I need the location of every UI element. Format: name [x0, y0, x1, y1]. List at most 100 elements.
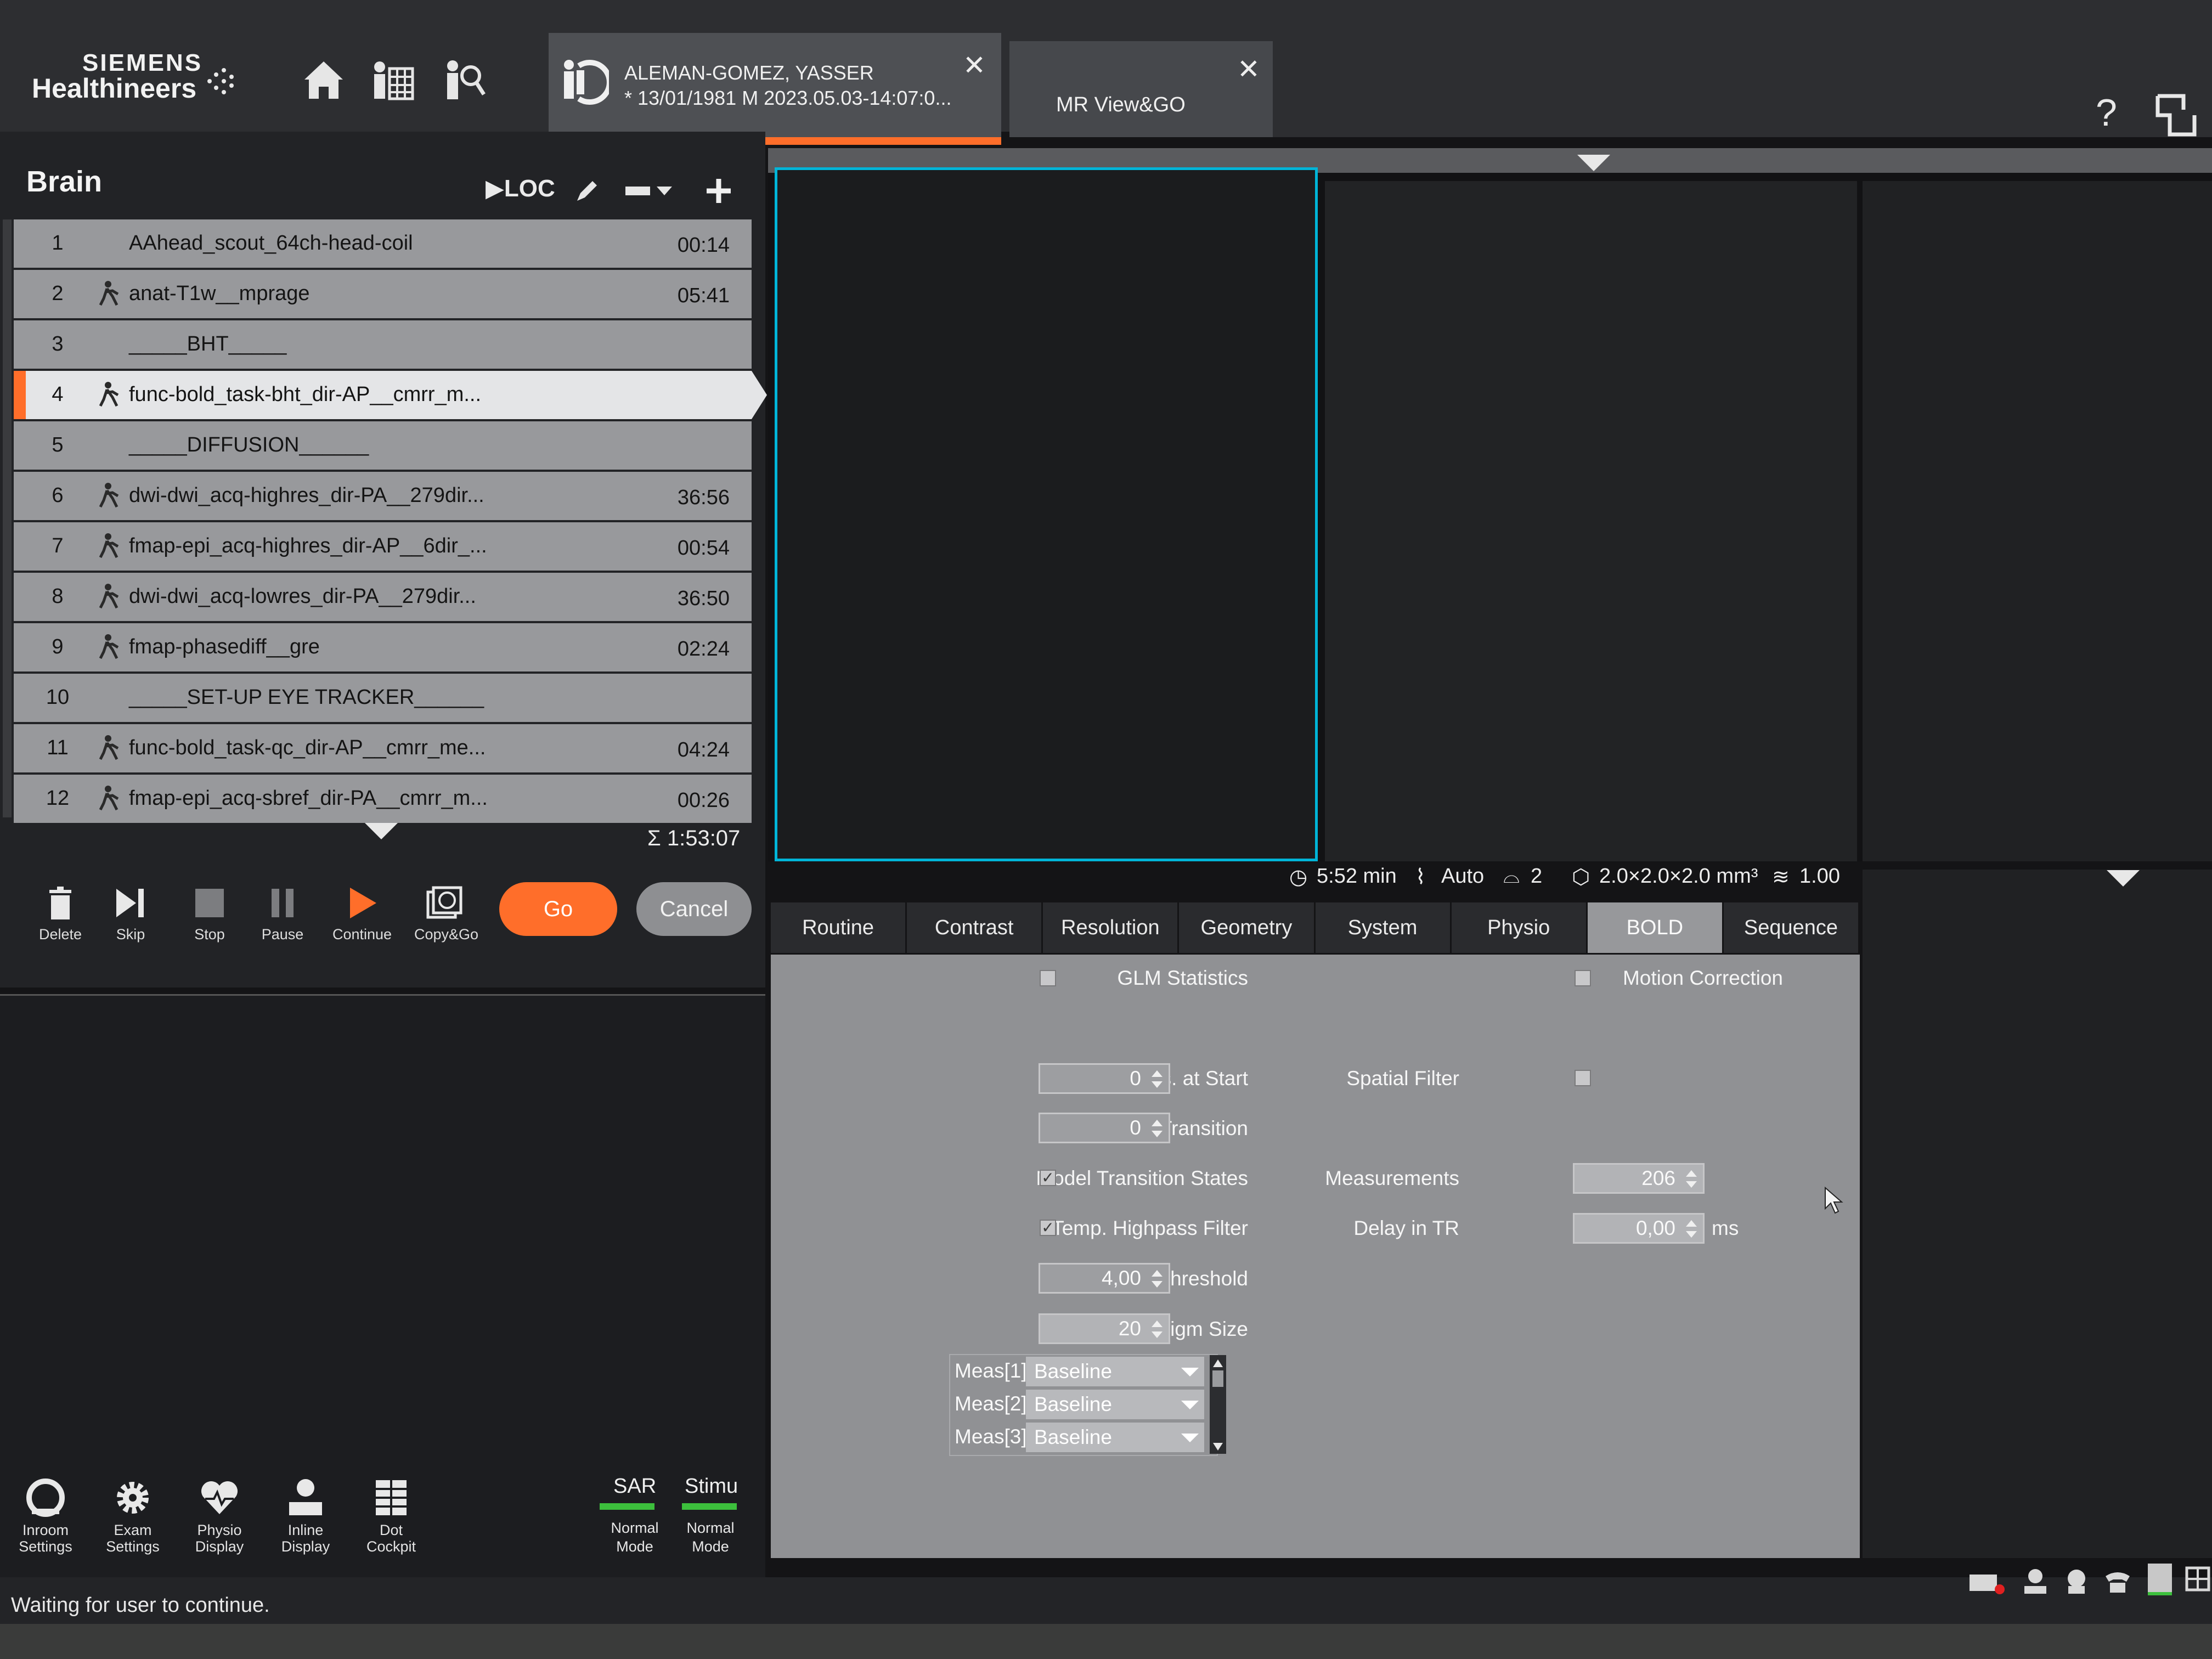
tab-bold[interactable]: BOLD — [1587, 902, 1724, 953]
mouse-cursor-icon — [1824, 1187, 1844, 1215]
queue-row-time: 00:14 — [677, 234, 730, 257]
delay-unit: ms — [1712, 1217, 1739, 1239]
pause-button[interactable]: Pause — [252, 883, 313, 943]
spin-arrows-icon[interactable] — [1149, 1268, 1165, 1290]
threshold-input[interactable]: 4,00 — [1039, 1263, 1170, 1294]
motion-correction-checkbox[interactable] — [1575, 970, 1591, 986]
layout-switch-icon[interactable] — [2153, 91, 2200, 140]
protocol-info-line: ◷ 5:52 min ⌇ Auto ⌓ 2 ⬡ 2.0×2.0×2.0 mm³ … — [768, 862, 1857, 890]
inroom-settings-button[interactable]: Inroom Settings — [10, 1476, 81, 1555]
queue-row-name: _____SET-UP EYE TRACKER______ — [129, 686, 484, 709]
physio-display-button[interactable]: Physio Display — [184, 1476, 255, 1555]
tab-geometry[interactable]: Geometry — [1179, 902, 1316, 953]
copy-go-label: Copy&Go — [414, 926, 479, 943]
patient-walker-icon — [96, 532, 123, 560]
tab-physio[interactable]: Physio — [1451, 902, 1588, 953]
spin-arrows-icon[interactable] — [1149, 1118, 1165, 1139]
go-button[interactable]: Go — [499, 882, 617, 936]
queue-row[interactable]: 12 fmap-epi_acq-sbref_dir-PA__cmrr_m... 00… — [14, 775, 752, 823]
sar-mode: Normal Mode — [599, 1519, 670, 1556]
close-patient-tab-button[interactable]: ✕ — [963, 49, 986, 81]
heart-icon — [198, 1476, 241, 1520]
sar-mode-1: Normal — [611, 1520, 659, 1536]
add-icon[interactable] — [702, 174, 735, 207]
image-viewer-3[interactable] — [1863, 181, 2212, 861]
inline-display-button[interactable]: Inline Display — [270, 1476, 341, 1555]
image-viewer-2[interactable] — [1325, 181, 1857, 861]
model-transition-states-checkbox[interactable]: ✓ — [1040, 1170, 1056, 1186]
meas-condition-dropdown[interactable]: Baseline — [1026, 1423, 1204, 1452]
home-icon[interactable] — [299, 55, 348, 104]
help-button[interactable]: ? — [2096, 91, 2117, 134]
close-mr-tab-button[interactable]: ✕ — [1237, 53, 1260, 85]
continue-label: Continue — [332, 926, 392, 943]
queue-row[interactable]: 2 anat-T1w__mprage 05:41 — [14, 270, 752, 318]
queue-options-dropdown-icon[interactable] — [623, 174, 678, 207]
tab-routine[interactable]: Routine — [771, 902, 907, 953]
stimu-mode-2: Mode — [692, 1538, 729, 1555]
skip-button[interactable]: Skip — [100, 883, 161, 943]
exam-settings-button[interactable]: Exam Settings — [97, 1476, 168, 1555]
paradigm-size-input[interactable]: 20 — [1039, 1313, 1170, 1344]
dot-cockpit-button[interactable]: Dot Cockpit — [356, 1476, 427, 1555]
queue-row[interactable]: 11 func-bold_task-qc_dir-AP__cmrr_me... 04… — [14, 724, 752, 772]
patient-schedule-icon[interactable] — [368, 55, 417, 104]
queue-row[interactable]: 6 dwi-dwi_acq-highres_dir-PA__279dir... 36… — [14, 472, 752, 520]
queue-row[interactable]: 9 fmap-phasediff__gre 02:24 — [14, 623, 752, 672]
cancel-button[interactable]: Cancel — [636, 882, 752, 936]
patient-walker-icon — [96, 633, 123, 661]
queue-row[interactable]: 8 dwi-dwi_acq-lowres_dir-PA__279dir... 36:… — [14, 573, 752, 621]
delete-button[interactable]: Delete — [30, 883, 91, 943]
queue-row-name: _____BHT_____ — [129, 332, 287, 356]
temp-highpass-checkbox[interactable]: ✓ — [1040, 1220, 1056, 1236]
viewer-4-collapse-icon[interactable] — [2107, 870, 2140, 887]
intercom-phone-icon[interactable] — [2101, 1566, 2134, 1596]
tab-contrast[interactable]: Contrast — [907, 902, 1043, 953]
ignore-after-transition-input[interactable]: 0 — [1039, 1113, 1170, 1143]
queue-row[interactable]: 1 AAhead_scout_64ch-head-coil 00:14 — [14, 219, 752, 268]
measurements-input[interactable]: 206 — [1573, 1163, 1705, 1194]
tab-mr-view-go[interactable]: MR View&GO ✕ — [1009, 41, 1273, 137]
measurement-time: 5:52 min — [1317, 865, 1397, 888]
tab-sequence[interactable]: Sequence — [1723, 902, 1860, 953]
viewer-collapse-icon[interactable] — [1577, 155, 1610, 171]
meas-label: Meas[1] — [955, 1359, 1027, 1382]
spin-arrows-icon[interactable] — [1149, 1068, 1165, 1090]
patient-browser-icon[interactable] — [439, 55, 488, 104]
edit-icon[interactable] — [571, 174, 603, 207]
tab-system[interactable]: System — [1315, 902, 1452, 953]
queue-row-name: dwi-dwi_acq-highres_dir-PA__279dir... — [129, 484, 484, 507]
spatial-filter-checkbox[interactable] — [1575, 1070, 1591, 1086]
spin-arrows-icon[interactable] — [1683, 1168, 1700, 1190]
copy-go-button[interactable]: Copy&Go — [414, 883, 479, 943]
paradigm-scrollbar[interactable] — [1210, 1355, 1226, 1454]
glm-statistics-checkbox[interactable] — [1040, 970, 1056, 986]
queue-row[interactable]: 5 _____DIFFUSION______ — [14, 421, 752, 470]
meas-condition-dropdown[interactable]: Baseline — [1026, 1390, 1204, 1419]
spin-arrows-icon[interactable] — [1149, 1318, 1165, 1340]
delay-in-tr-input[interactable]: 0,00 — [1573, 1213, 1705, 1244]
settings-panel-icon[interactable] — [2183, 1564, 2212, 1594]
queue-row[interactable]: 3 _____BHT_____ — [14, 320, 752, 369]
tab-patient[interactable]: ALEMAN-GOMEZ, YASSER * 13/01/1981 M 2023… — [549, 33, 1001, 145]
tab-resolution[interactable]: Resolution — [1043, 902, 1180, 953]
stop-button[interactable]: Stop — [179, 883, 240, 943]
queue-scrollbar[interactable] — [3, 219, 12, 817]
ignore-meas-start-input[interactable]: 0 — [1039, 1063, 1170, 1094]
pause-icon — [263, 883, 302, 923]
queue-row[interactable]: 10 _____SET-UP EYE TRACKER______ — [14, 674, 752, 722]
parameter-tabs: Routine Contrast Resolution Geometry System P… — [771, 902, 1860, 953]
queue-row[interactable]: 7 fmap-epi_acq-highres_dir-AP__6dir_... 00… — [14, 522, 752, 571]
viewer-4[interactable] — [1863, 870, 2212, 1558]
meas-condition-dropdown[interactable]: Baseline — [1026, 1357, 1204, 1386]
trash-icon — [41, 883, 80, 923]
bold-parameter-card: GLM Statistics Motion Correction Ignore … — [771, 955, 1860, 1558]
continue-button[interactable]: Continue — [332, 883, 392, 943]
image-viewer-1[interactable] — [775, 167, 1318, 861]
spin-arrows-icon[interactable] — [1683, 1218, 1700, 1240]
queue-row[interactable]: 4 func-bold_task-bht_dir-AP__cmrr_m... — [14, 371, 767, 419]
queue-scroll-down-icon[interactable] — [365, 823, 398, 839]
chevron-down-icon — [1181, 1368, 1199, 1376]
loc-button[interactable]: ▶LOC — [486, 174, 555, 202]
head-icon — [2060, 1566, 2093, 1596]
